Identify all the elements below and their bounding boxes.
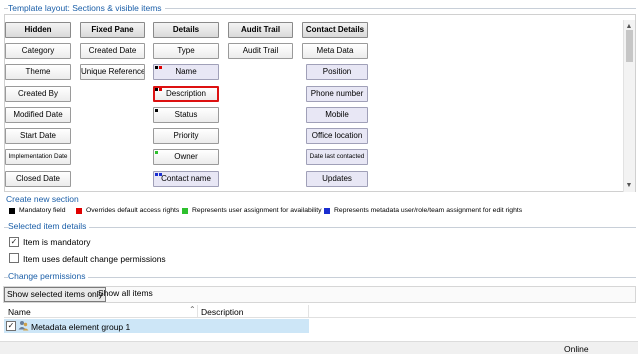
show-all-items-button[interactable]: Show all items (96, 287, 155, 302)
field-item[interactable]: Priority (153, 128, 219, 144)
legend-swatch-edit-rights (324, 208, 330, 214)
section-title-change-permissions: Change permissions (8, 271, 89, 281)
field-item[interactable]: Closed Date (5, 171, 71, 187)
connection-status: Online (564, 344, 589, 354)
field-item[interactable]: Unique Reference (80, 64, 145, 80)
override-marker (159, 88, 162, 91)
field-item[interactable]: Created Date (80, 43, 145, 59)
legend-swatch-availability (182, 208, 188, 214)
column-header-name[interactable]: Name (8, 307, 31, 317)
section-title-selected-item: Selected item details (8, 221, 90, 231)
override-marker (159, 66, 162, 69)
column-header-description[interactable]: Description (201, 307, 244, 317)
mandatory-marker (155, 66, 158, 69)
field-item-selected[interactable]: Description (153, 86, 219, 102)
default-permissions-checkbox-label: Item uses default change permissions (23, 254, 166, 264)
legend-label: Represents metadata user/role/team assig… (334, 207, 523, 214)
mandatory-checkbox-label: Item is mandatory (23, 237, 91, 247)
column-separator[interactable] (197, 305, 198, 317)
field-item[interactable]: Office location (306, 128, 368, 144)
legend-label: Overrides default access rights (86, 207, 180, 214)
sort-ascending-icon[interactable]: ⌃ (189, 305, 196, 314)
legend-swatch-mandatory (9, 208, 15, 214)
field-item[interactable]: Start Date (5, 128, 71, 144)
scrollbar-thumb[interactable] (626, 30, 633, 62)
legend-label: Represents user assignment for availabil… (192, 207, 322, 214)
field-item[interactable]: Name (153, 64, 219, 80)
column-separator[interactable] (308, 305, 309, 317)
scroll-down-icon[interactable]: ▼ (624, 181, 634, 191)
mandatory-marker (155, 109, 158, 112)
field-item[interactable]: Audit Trail (228, 43, 293, 59)
field-item[interactable]: Modified Date (5, 107, 71, 123)
show-selected-items-button[interactable]: Show selected items only (4, 287, 106, 302)
status-bar (0, 341, 638, 354)
default-permissions-checkbox[interactable] (9, 253, 19, 263)
availability-marker (155, 151, 158, 154)
permissions-grid-header (4, 304, 636, 318)
column-header-contact-details[interactable]: Contact Details (302, 22, 368, 38)
column-header-audit-trail[interactable]: Audit Trail (228, 22, 293, 38)
field-item[interactable]: Created By (5, 86, 71, 102)
section-title-layout: Template layout: Sections & visible item… (8, 3, 165, 13)
field-item[interactable]: Date last contacted (306, 149, 368, 165)
row-name: Metadata element group 1 (31, 322, 131, 332)
section-divider (4, 277, 636, 278)
field-item[interactable]: Meta Data (302, 43, 368, 59)
mandatory-marker (155, 88, 158, 91)
field-item[interactable]: Updates (306, 171, 368, 187)
layout-canvas (4, 14, 636, 192)
field-item[interactable]: Implementation Date (5, 149, 71, 165)
section-divider (4, 227, 636, 228)
mandatory-checkbox[interactable]: ✓ (9, 237, 19, 247)
row-checkbox[interactable]: ✓ (6, 321, 16, 331)
create-section-link[interactable]: Create new section (6, 194, 79, 204)
legend-swatch-override (76, 208, 82, 214)
edit-rights-marker (155, 173, 158, 176)
field-item[interactable]: Type (153, 43, 219, 59)
edit-rights-marker (159, 173, 162, 176)
field-item[interactable]: Phone number (306, 86, 368, 102)
column-header-fixed-pane[interactable]: Fixed Pane (80, 22, 145, 38)
field-item[interactable]: Status (153, 107, 219, 123)
field-item[interactable]: Theme (5, 64, 71, 80)
user-group-icon (18, 320, 29, 331)
field-item[interactable]: Position (306, 64, 368, 80)
field-item[interactable]: Owner (153, 149, 219, 165)
legend-label: Mandatory field (19, 207, 66, 214)
field-item[interactable]: Category (5, 43, 71, 59)
column-header-details[interactable]: Details (153, 22, 219, 38)
field-item[interactable]: Contact name (153, 171, 219, 187)
field-item[interactable]: Mobile (306, 107, 368, 123)
column-header-hidden[interactable]: Hidden (5, 22, 71, 38)
